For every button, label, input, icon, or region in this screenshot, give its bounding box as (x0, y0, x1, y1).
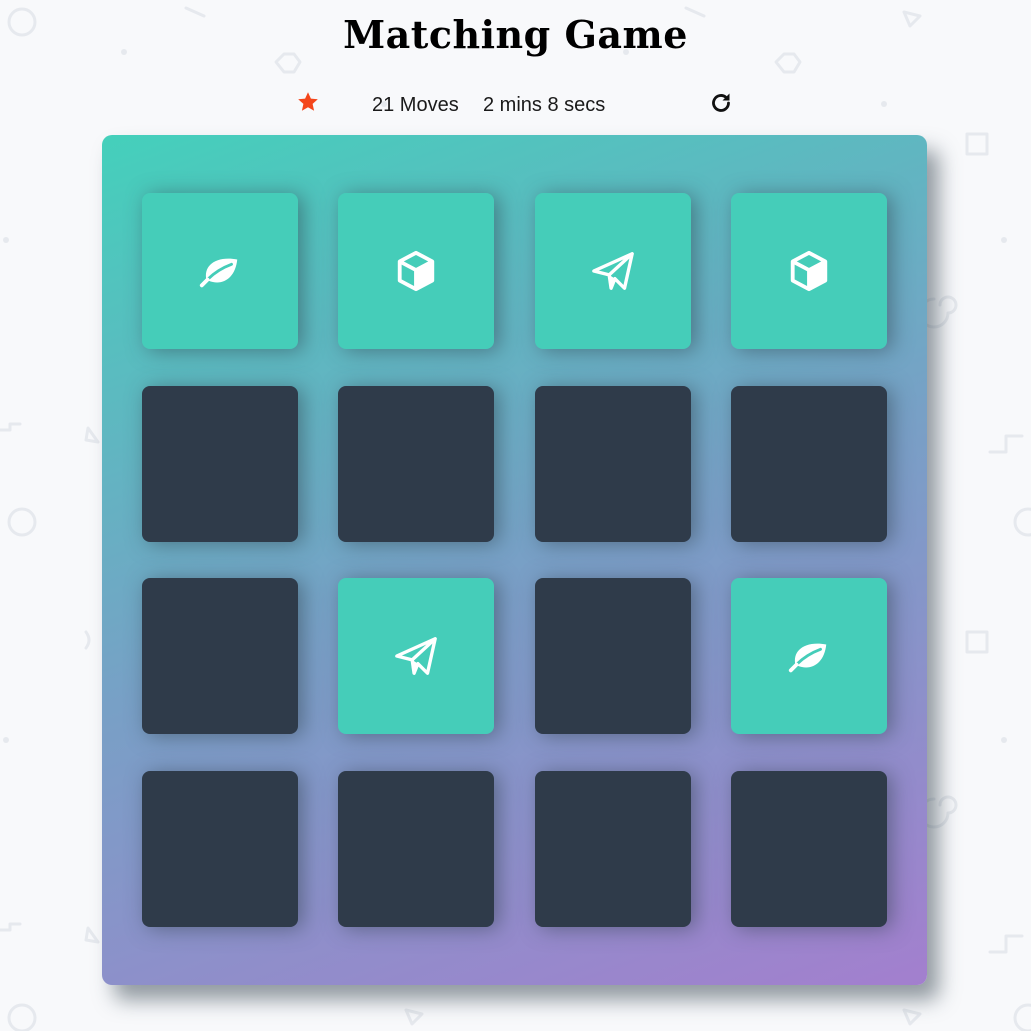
card-hidden[interactable] (142, 578, 298, 734)
moves-counter: 21 Moves (372, 94, 459, 116)
repeat-icon (709, 91, 733, 115)
card-paper-plane[interactable] (338, 578, 494, 734)
card-cube[interactable] (338, 193, 494, 349)
leaf-icon (197, 248, 243, 294)
card-hidden[interactable] (338, 771, 494, 927)
leaf-icon (786, 633, 832, 679)
cube-icon (786, 248, 832, 294)
card-hidden[interactable] (338, 386, 494, 542)
paper-plane-icon (393, 633, 439, 679)
card-leaf[interactable] (142, 193, 298, 349)
card-hidden[interactable] (142, 771, 298, 927)
page-title: Matching Game (343, 12, 688, 57)
restart-button[interactable] (709, 91, 733, 115)
card-hidden[interactable] (535, 578, 691, 734)
card-hidden[interactable] (731, 386, 887, 542)
card-hidden[interactable] (535, 771, 691, 927)
card-leaf[interactable] (731, 578, 887, 734)
card-hidden[interactable] (142, 386, 298, 542)
card-hidden[interactable] (535, 386, 691, 542)
card-paper-plane[interactable] (535, 193, 691, 349)
star-rating (296, 90, 320, 114)
timer: 2 mins 8 secs (483, 94, 606, 116)
paper-plane-icon (590, 248, 636, 294)
star-icon (296, 90, 320, 114)
cube-icon (393, 248, 439, 294)
card-cube[interactable] (731, 193, 887, 349)
card-hidden[interactable] (731, 771, 887, 927)
score-panel: 21 Moves 2 mins 8 secs (0, 88, 1031, 122)
card-deck (102, 135, 927, 985)
